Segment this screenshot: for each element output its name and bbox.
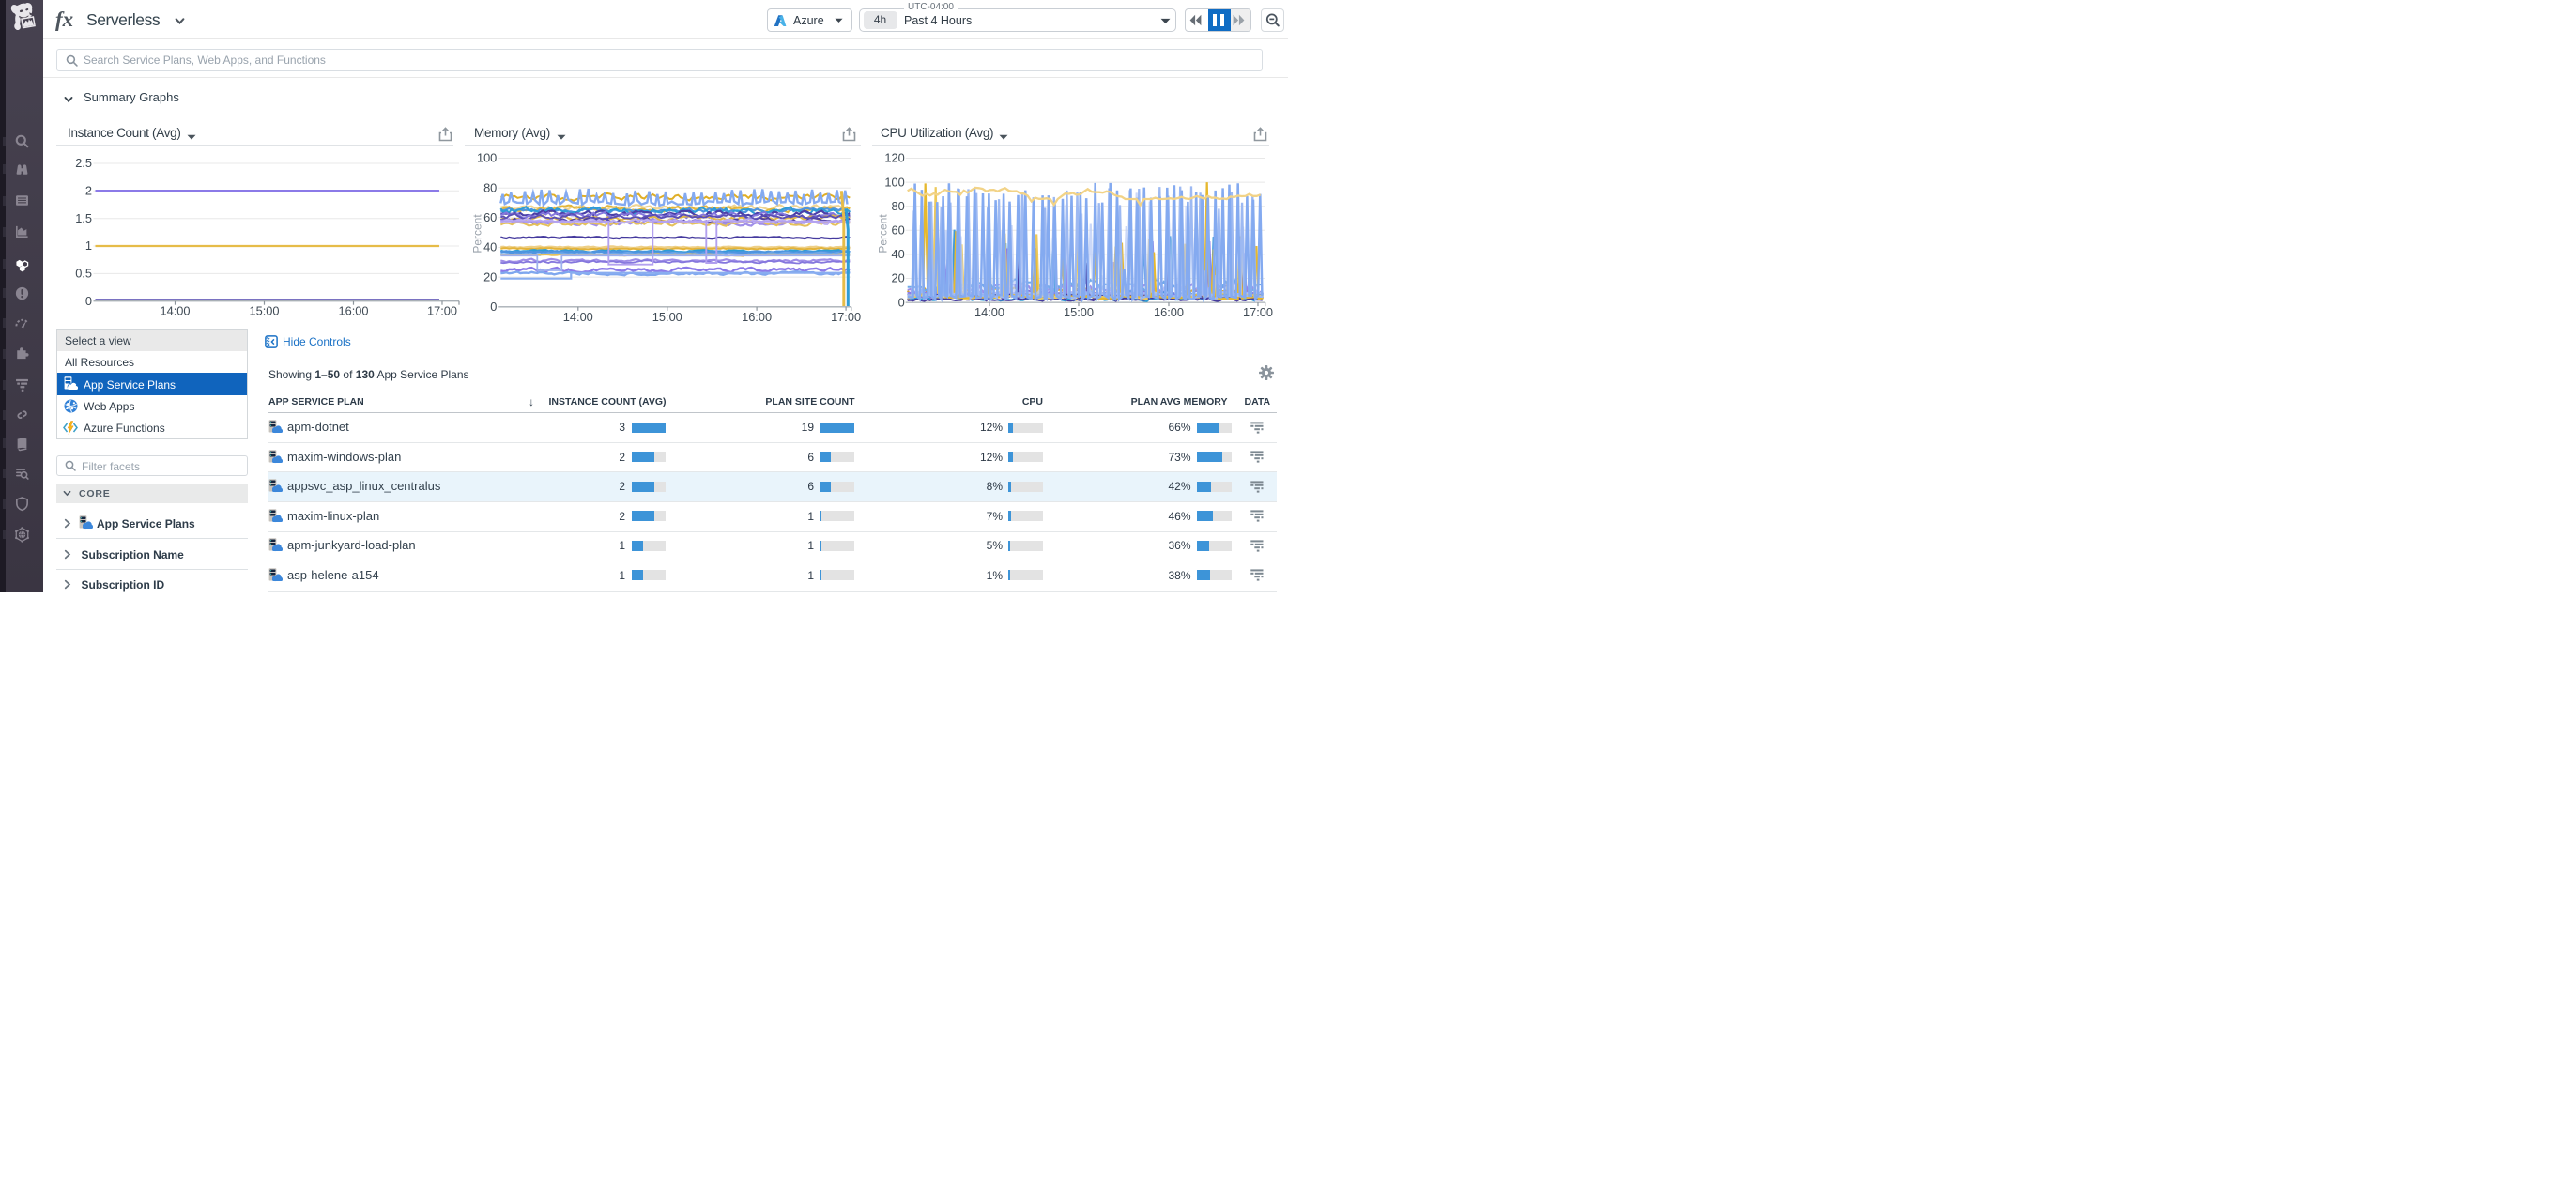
svg-text:15:00: 15:00: [250, 304, 280, 318]
svg-text:14:00: 14:00: [974, 305, 1004, 319]
svg-text:14:00: 14:00: [562, 310, 592, 324]
svg-text:2: 2: [85, 184, 92, 198]
svg-text:20: 20: [483, 269, 497, 284]
svg-text:80: 80: [892, 199, 905, 213]
svg-text:Percent: Percent: [877, 214, 890, 254]
svg-text:1.5: 1.5: [75, 211, 92, 225]
svg-text:0: 0: [85, 294, 92, 308]
svg-text:16:00: 16:00: [1154, 305, 1184, 319]
svg-text:100: 100: [477, 151, 497, 165]
svg-text:15:00: 15:00: [1064, 305, 1094, 319]
svg-text:120: 120: [885, 151, 905, 165]
svg-text:2.5: 2.5: [75, 156, 92, 170]
svg-text:0: 0: [490, 300, 497, 314]
svg-text:100: 100: [885, 175, 905, 189]
svg-text:17:00: 17:00: [831, 310, 861, 324]
svg-text:60: 60: [483, 210, 497, 224]
svg-text:80: 80: [483, 180, 497, 194]
svg-text:14:00: 14:00: [161, 304, 191, 318]
svg-text:20: 20: [892, 271, 905, 285]
svg-text:Percent: Percent: [470, 214, 483, 254]
svg-text:0.5: 0.5: [75, 267, 92, 281]
svg-text:0: 0: [898, 295, 905, 309]
svg-text:17:00: 17:00: [427, 304, 457, 318]
svg-text:16:00: 16:00: [338, 304, 368, 318]
svg-text:40: 40: [892, 247, 905, 261]
svg-text:15:00: 15:00: [652, 310, 682, 324]
svg-text:40: 40: [483, 240, 497, 254]
svg-text:16:00: 16:00: [742, 310, 772, 324]
svg-text:17:00: 17:00: [1243, 305, 1273, 319]
svg-text:60: 60: [892, 223, 905, 238]
svg-text:1: 1: [85, 238, 92, 253]
